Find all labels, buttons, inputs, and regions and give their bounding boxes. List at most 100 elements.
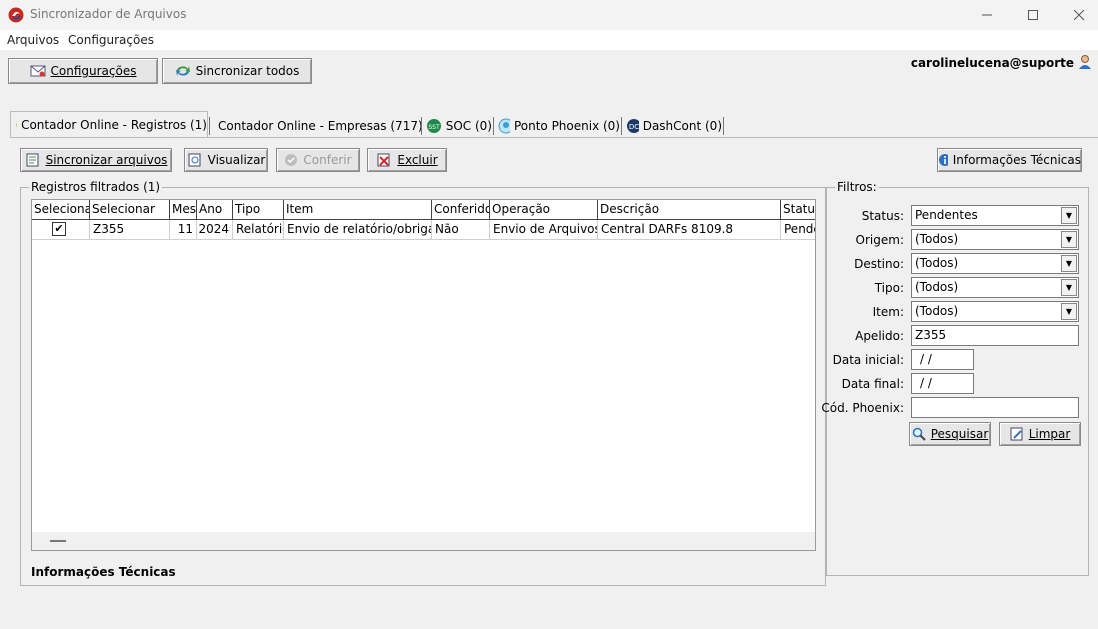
clear-label: Limpar xyxy=(1028,427,1071,441)
status-select[interactable]: Pendentes ▼ xyxy=(911,205,1079,226)
cell-tipo: Relatório xyxy=(233,220,284,239)
tab-empresas[interactable]: Contador Online - Empresas (717) xyxy=(210,114,423,138)
cod-phoenix-input[interactable] xyxy=(911,397,1079,418)
config-mail-icon xyxy=(30,65,46,77)
row-select-cell[interactable]: ✔ xyxy=(32,220,90,239)
table-row[interactable]: ✔ Z355 11 2024 Relatório Envio de relató… xyxy=(32,220,815,240)
app-logo-icon xyxy=(8,7,24,23)
sync-files-icon xyxy=(26,153,39,167)
tab-ponto-phoenix-label: Ponto Phoenix (0) xyxy=(513,119,620,133)
dashcont-icon: DC xyxy=(627,119,639,133)
col-header-operacao[interactable]: Operação xyxy=(490,200,598,219)
cell-descricao: Central DARFs 8109.8 xyxy=(598,220,781,239)
origem-value: (Todos) xyxy=(915,232,959,246)
sync-icon xyxy=(175,66,190,76)
destino-select[interactable]: (Todos) ▼ xyxy=(911,253,1079,274)
filters-legend: Filtros: xyxy=(837,180,877,194)
grid-header: Selecionar Selecionar Mes Ano Tipo Item … xyxy=(32,200,815,220)
tab-ponto-phoenix[interactable]: Ponto Phoenix (0) xyxy=(494,114,620,138)
row-checkbox[interactable]: ✔ xyxy=(52,222,66,236)
tab-registros[interactable]: Contador Online - Registros (1) xyxy=(10,111,208,138)
data-final-label: Data final: xyxy=(841,377,904,391)
sync-files-label: Sincronizar arquivos xyxy=(45,153,168,167)
cell-operacao: Envio de Arquivos xyxy=(490,220,598,239)
smiley-icon xyxy=(16,122,18,128)
chevron-down-icon[interactable]: ▼ xyxy=(1061,303,1077,320)
records-legend: Registros filtrados (1) xyxy=(31,180,161,194)
tipo-value: (Todos) xyxy=(915,280,959,294)
check-label: Conferir xyxy=(303,153,352,167)
chevron-down-icon[interactable]: ▼ xyxy=(1061,231,1077,248)
scrollbar-thumb[interactable] xyxy=(50,540,66,542)
col-header-tipo[interactable]: Tipo xyxy=(233,200,284,219)
cell-item: Envio de relatório/obrigaçã xyxy=(284,220,432,239)
delete-label: Excluir xyxy=(397,153,438,167)
config-button-label: Configurações xyxy=(50,64,137,78)
clear-button[interactable]: Limpar xyxy=(999,422,1081,446)
chevron-down-icon[interactable]: ▼ xyxy=(1061,207,1077,224)
origem-label: Origem: xyxy=(855,233,904,247)
status-value: Pendentes xyxy=(915,208,978,222)
tech-info-button[interactable]: Informações Técnicas xyxy=(937,148,1082,172)
title-bar: Sincronizador de Arquivos xyxy=(0,0,1098,30)
soc-icon: SST xyxy=(427,119,441,133)
config-button[interactable]: Configurações xyxy=(8,58,158,84)
tab-dashcont[interactable]: DC DashCont (0) xyxy=(622,114,722,138)
sync-all-button[interactable]: Sincronizar todos xyxy=(162,58,312,84)
view-button[interactable]: Visualizar xyxy=(184,148,268,172)
tech-info-label: Informações Técnicas xyxy=(952,153,1081,167)
view-icon xyxy=(188,153,201,167)
tipo-select[interactable]: (Todos) ▼ xyxy=(911,277,1079,298)
sync-all-button-label: Sincronizar todos xyxy=(195,64,300,78)
search-button[interactable]: Pesquisar xyxy=(909,422,991,446)
apelido-input[interactable]: Z355 xyxy=(911,325,1079,346)
col-header-item[interactable]: Item xyxy=(284,200,432,219)
user-icon xyxy=(1079,55,1091,69)
records-grid[interactable]: Selecionar Selecionar Mes Ano Tipo Item … xyxy=(31,199,816,551)
tab-divider xyxy=(723,117,724,135)
data-final-input[interactable]: / / xyxy=(911,373,974,394)
tipo-label: Tipo: xyxy=(874,281,904,295)
window-title: Sincronizador de Arquivos xyxy=(30,7,187,21)
view-label: Visualizar xyxy=(207,153,266,167)
item-label: Item: xyxy=(872,305,904,319)
menu-arquivos[interactable]: Arquivos xyxy=(7,33,59,47)
status-label: Status: xyxy=(861,209,904,223)
user-name: carolinelucena@suporte xyxy=(910,56,1074,70)
maximize-button[interactable] xyxy=(1010,0,1056,30)
cell-apelido: Z355 xyxy=(90,220,170,239)
data-inicial-label: Data inicial: xyxy=(832,353,904,367)
menu-bar: Arquivos Configurações xyxy=(0,30,1098,50)
delete-icon xyxy=(377,153,390,167)
horizontal-scrollbar[interactable] xyxy=(32,532,815,550)
destino-label: Destino: xyxy=(854,257,904,271)
tab-soc-label: SOC (0) xyxy=(445,119,492,133)
chevron-down-icon[interactable]: ▼ xyxy=(1061,279,1077,296)
check-circle-icon xyxy=(285,154,298,166)
menu-configuracoes[interactable]: Configurações xyxy=(68,33,154,47)
cod-phoenix-label: Cód. Phoenix: xyxy=(821,401,904,415)
info-icon xyxy=(939,154,948,166)
minimize-button[interactable] xyxy=(964,0,1010,30)
delete-button[interactable]: Excluir xyxy=(367,148,447,172)
data-inicial-input[interactable]: / / xyxy=(911,349,974,370)
col-header-conferido[interactable]: Conferido xyxy=(432,200,490,219)
col-header-selecionar[interactable]: Selecionar xyxy=(32,200,90,219)
close-button[interactable] xyxy=(1056,0,1098,30)
tab-registros-label: Contador Online - Registros (1) xyxy=(21,118,207,132)
cell-mes: 11 xyxy=(170,220,197,239)
sync-files-button[interactable]: Sincronizar arquivos xyxy=(20,148,172,172)
maximize-icon xyxy=(1028,10,1038,20)
chevron-down-icon[interactable]: ▼ xyxy=(1061,255,1077,272)
col-header-ano[interactable]: Ano xyxy=(197,200,233,219)
col-header-descricao[interactable]: Descrição xyxy=(598,200,781,219)
origem-select[interactable]: (Todos) ▼ xyxy=(911,229,1079,250)
col-header-mes[interactable]: Mes xyxy=(170,200,197,219)
check-button[interactable]: Conferir xyxy=(276,148,360,172)
tab-soc[interactable]: SST SOC (0) xyxy=(422,114,492,138)
cell-ano: 2024 xyxy=(197,220,233,239)
svg-text:SST: SST xyxy=(428,124,440,131)
col-header-selecionar-2[interactable]: Selecionar xyxy=(90,200,170,219)
close-icon xyxy=(1073,9,1085,21)
item-select[interactable]: (Todos) ▼ xyxy=(911,301,1079,322)
